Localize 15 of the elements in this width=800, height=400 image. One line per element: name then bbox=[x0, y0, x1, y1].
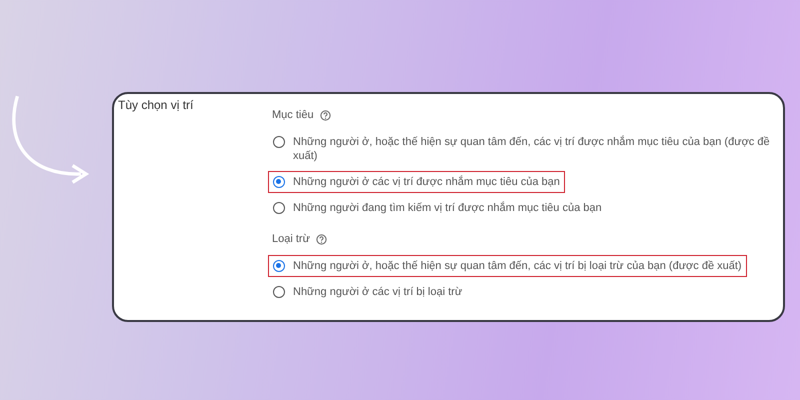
option-label: Những người ở các vị trí bị loại trừ bbox=[293, 285, 462, 299]
group-heading: Loại trừ bbox=[272, 233, 310, 245]
radio-button[interactable] bbox=[273, 136, 285, 148]
option-label: Những người ở, hoặc thế hiện sự quan tâm đến, các vị trí được nhắm mục tiêu của bạn (được đề xuất) bbox=[293, 135, 771, 163]
option-label: Những người ở các vị trí được nhắm mục tiêu của bạn bbox=[293, 175, 560, 189]
section-title: Tùy chọn vị trí bbox=[118, 98, 194, 112]
help-icon[interactable] bbox=[316, 234, 327, 244]
help-icon[interactable] bbox=[320, 110, 331, 120]
option-label: Những người đang tìm kiếm vị trí được nhắm mục tiêu của bạn bbox=[293, 201, 602, 215]
radio-button[interactable] bbox=[273, 260, 285, 272]
radio-button[interactable] bbox=[273, 202, 285, 214]
radio-button[interactable] bbox=[273, 286, 285, 298]
group-heading: Mục tiêu bbox=[272, 109, 314, 121]
option-label: Những người ở, hoặc thế hiện sự quan tâm đến, các vị trí bị loại trừ của bạn (được đề xuất) bbox=[293, 259, 742, 273]
radio-button[interactable] bbox=[273, 176, 285, 188]
